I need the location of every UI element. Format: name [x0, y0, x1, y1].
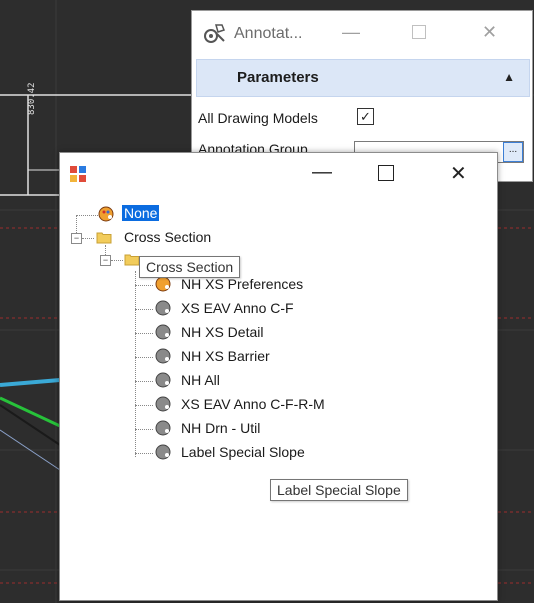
- palette-icon: [155, 396, 171, 412]
- all-drawing-models-label: All Drawing Models: [198, 110, 318, 126]
- maximize-button[interactable]: [412, 25, 426, 39]
- tree-connector: [135, 453, 153, 454]
- annotation-group-tree-dialog: — ✕ None − Cross Section − NH XS Prefere: [59, 152, 498, 601]
- hover-tooltip: Label Special Slope: [270, 479, 408, 501]
- tree-window-icon: [70, 166, 86, 182]
- tree-item-label: Cross Section: [124, 229, 212, 245]
- tree-connector: [82, 238, 94, 239]
- collapse-toggle[interactable]: −: [100, 255, 111, 266]
- chevron-up-icon[interactable]: ▲: [503, 70, 515, 84]
- tree-item-label: NH Drn - Util: [181, 420, 261, 436]
- collapse-toggle[interactable]: −: [71, 233, 82, 244]
- tree-item-label: None: [122, 205, 160, 221]
- minimize-button[interactable]: —: [312, 161, 332, 184]
- tree-connector: [135, 381, 153, 382]
- tree-item-label: XS EAV Anno C-F-R-M: [181, 396, 325, 412]
- palette-icon: [155, 372, 171, 388]
- tree-item-label: NH XS Barrier: [181, 348, 270, 364]
- annotation-group-browse-button[interactable]: ...: [503, 142, 523, 162]
- palette-icon: [155, 300, 171, 316]
- palette-icon: [155, 324, 171, 340]
- tree-connector: [135, 357, 153, 358]
- palette-icon: [155, 276, 171, 292]
- palette-icon: [155, 444, 171, 460]
- minimize-button[interactable]: —: [342, 22, 360, 43]
- parameters-label: Parameters: [237, 69, 319, 86]
- folder-icon: [124, 254, 140, 266]
- tree-item-label: NH All: [181, 372, 220, 388]
- tree-item-label: Label Special Slope: [181, 444, 305, 460]
- cad-vertical-label: 830.42: [27, 82, 37, 115]
- palette-icon: [155, 348, 171, 364]
- tree-connector: [135, 405, 153, 406]
- maximize-button[interactable]: [378, 165, 394, 181]
- tree-connector: [135, 309, 153, 310]
- palette-icon: [155, 420, 171, 436]
- tree-item-label: XS EAV Anno C-F: [181, 300, 294, 316]
- close-button[interactable]: ✕: [482, 22, 497, 43]
- tree-connector: [135, 285, 153, 286]
- cross-section-tooltip: Cross Section: [139, 256, 241, 278]
- tree-item-label: NH XS Detail: [181, 324, 264, 340]
- folder-icon: [96, 232, 112, 244]
- tree-connector: [111, 260, 123, 261]
- close-button[interactable]: ✕: [450, 161, 467, 186]
- tree-connector: [76, 215, 98, 216]
- parameters-section-header[interactable]: Parameters ▲: [196, 59, 530, 97]
- tree-connector: [135, 429, 153, 430]
- annotation-settings-icon: [204, 24, 225, 43]
- tree-item-label: NH XS Preferences: [181, 276, 304, 292]
- annotation-panel-title: Annotat...: [234, 25, 303, 42]
- tree-connector: [135, 333, 153, 334]
- all-drawing-models-checkbox[interactable]: ✓: [357, 108, 374, 125]
- annotation-panel-titlebar[interactable]: Annotat... — ✕: [192, 11, 532, 56]
- palette-icon: [98, 206, 114, 222]
